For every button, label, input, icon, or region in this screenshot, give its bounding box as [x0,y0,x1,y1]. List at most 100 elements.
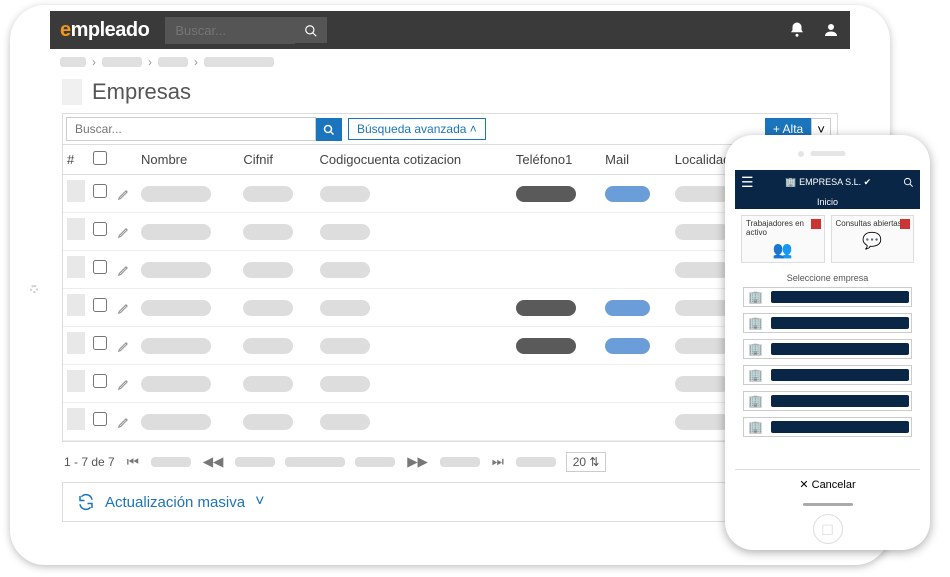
user-icon[interactable] [822,21,840,39]
col-edit [113,145,137,175]
search-icon [304,24,318,38]
company-list-item[interactable]: 🏢 [743,339,912,359]
document-icon [67,370,85,392]
card-consultas[interactable]: Consultas abiertas 💬 [831,215,915,263]
search-row: Búsqueda avanzada ˄ + Alta ˅ [63,114,837,145]
company-list-item[interactable]: 🏢 [743,365,912,385]
table-row[interactable] [63,251,837,289]
pencil-icon [117,415,131,429]
search-button[interactable] [316,118,342,141]
col-hash[interactable]: # [63,145,89,175]
cell-codigo [320,338,370,354]
header-search-input[interactable] [165,17,295,44]
col-nombre[interactable]: Nombre [137,145,239,175]
logo: empleado [60,19,149,42]
check-icon: ✔ [864,177,872,187]
col-check[interactable] [89,145,113,175]
phone-camera [798,151,804,157]
pager-first-button[interactable]: ⏮ [125,454,141,470]
company-name-placeholder [771,369,909,381]
edit-button[interactable] [117,186,131,201]
company-list-item[interactable]: 🏢 [743,417,912,437]
pager-next-button[interactable]: ▶▶ [405,454,430,470]
people-icon: 👥 [746,240,820,260]
row-checkbox[interactable] [93,298,107,312]
select-company-label: Seleccione empresa [735,269,920,287]
cancel-button[interactable]: ✕ Cancelar [735,469,920,499]
breadcrumb-item[interactable] [204,57,274,67]
company-list-item[interactable]: 🏢 [743,287,912,307]
document-icon [67,408,85,430]
row-checkbox[interactable] [93,222,107,236]
table-row[interactable] [63,289,837,327]
row-checkbox[interactable] [93,184,107,198]
pager-last-button[interactable]: ⏭ [490,454,506,470]
company-name-placeholder [771,395,909,407]
edit-button[interactable] [117,414,131,429]
row-checkbox[interactable] [93,412,107,426]
card-trabajadores[interactable]: Trabajadores en activo 👥 [741,215,825,263]
building-icon: 🏢 [746,342,765,356]
phone-header: ☰ 🏢 EMPRESA S.L. ✔ [735,170,920,195]
breadcrumb-item[interactable] [158,57,188,67]
edit-button[interactable] [117,224,131,239]
cell-nombre [141,338,211,354]
search-input[interactable] [66,117,316,141]
cell-localidad [675,414,730,430]
breadcrumb-item[interactable] [102,57,142,67]
pager-prev-button[interactable]: ◀◀ [201,454,226,470]
advanced-search-link[interactable]: Búsqueda avanzada ˄ [348,118,486,140]
col-codigo[interactable]: Codigocuenta cotizacion [316,145,512,175]
cell-cifnif [243,224,293,240]
cell-localidad [675,262,730,278]
drag-handle[interactable] [803,503,853,506]
col-telefono[interactable]: Teléfono1 [512,145,601,175]
breadcrumb-item[interactable] [60,57,86,67]
cell-nombre [141,300,211,316]
row-checkbox[interactable] [93,336,107,350]
phone-home-button[interactable]: ◻ [813,514,843,544]
table-row[interactable] [63,365,837,403]
table-row[interactable] [63,327,837,365]
cell-cifnif [243,376,293,392]
cell-cifnif [243,186,293,202]
cell-cifnif [243,338,293,354]
phone-company: EMPRESA S.L. [799,177,861,187]
cell-localidad [675,376,730,392]
search-icon[interactable] [903,177,914,188]
col-mail[interactable]: Mail [601,145,671,175]
cell-mail [605,300,650,316]
edit-button[interactable] [117,262,131,277]
tablet-camera [30,285,38,293]
bulk-action-row[interactable]: Actualización masiva ˅ [62,482,838,522]
edit-button[interactable] [117,376,131,391]
menu-icon[interactable]: ☰ [741,174,754,191]
cell-nombre [141,224,211,240]
pager-placeholder [235,457,275,467]
edit-button[interactable] [117,300,131,315]
pencil-icon [117,225,131,239]
table-row[interactable] [63,213,837,251]
page-title-row: Empresas [50,75,850,113]
edit-button[interactable] [117,338,131,353]
company-name-placeholder [771,421,909,433]
header-search-button[interactable] [295,17,327,42]
table-row[interactable] [63,175,837,213]
row-checkbox[interactable] [93,374,107,388]
row-checkbox[interactable] [93,260,107,274]
col-cifnif[interactable]: Cifnif [239,145,315,175]
phone-screen: ☰ 🏢 EMPRESA S.L. ✔ Inicio Trabajadores e… [735,170,920,510]
bulk-update-label: Actualización masiva [105,494,245,511]
logo-text: mpleado [71,19,150,41]
cell-mail [605,338,650,354]
cell-codigo [320,262,370,278]
pager-placeholder [440,457,480,467]
select-all-checkbox[interactable] [93,151,107,165]
company-list-item[interactable]: 🏢 [743,313,912,333]
table-row[interactable] [63,403,837,441]
company-list-item[interactable]: 🏢 [743,391,912,411]
page-size-select[interactable]: 20 ⇅ [566,452,607,472]
cell-telefono [516,300,576,316]
pencil-icon [117,301,131,315]
bell-icon[interactable] [788,21,806,39]
